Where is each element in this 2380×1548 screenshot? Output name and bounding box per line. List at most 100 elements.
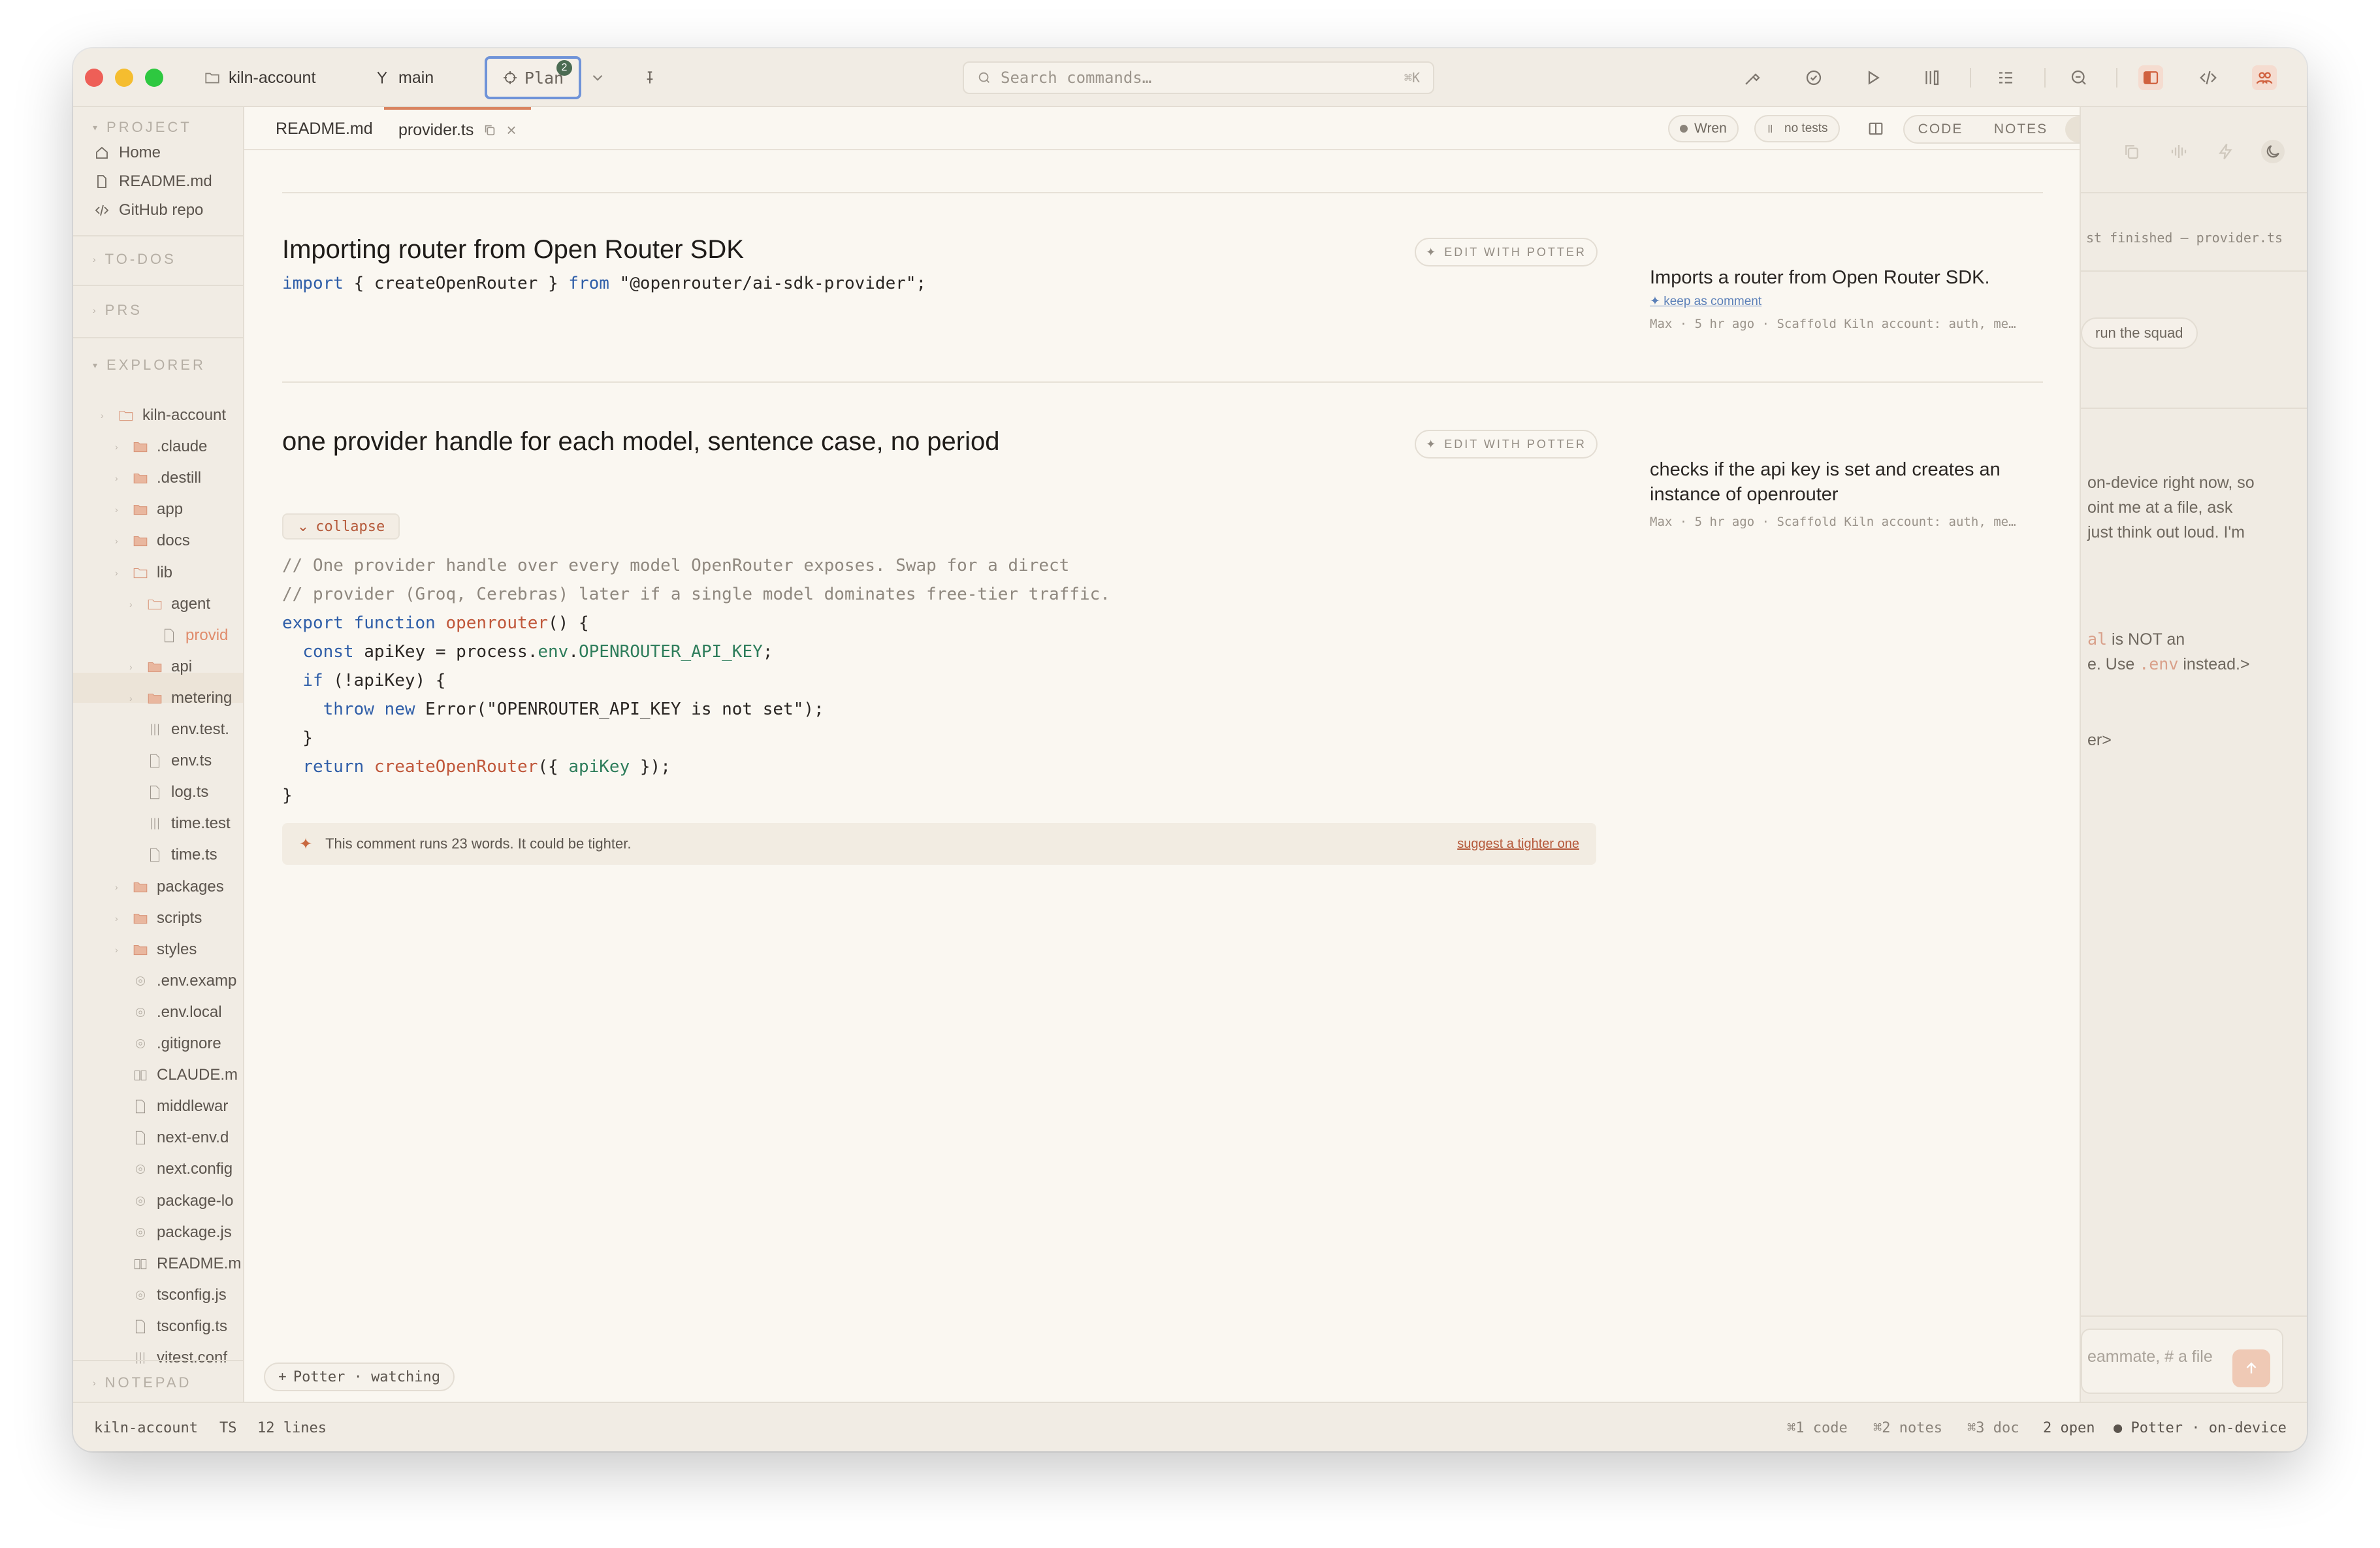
sidebar-toggle-button[interactable] bbox=[2138, 65, 2163, 90]
tests-button[interactable] bbox=[1919, 65, 1944, 90]
zoom-button[interactable] bbox=[2066, 65, 2091, 90]
status-language[interactable]: TS bbox=[219, 1403, 237, 1451]
status-open-count[interactable]: 2 open bbox=[2043, 1403, 2095, 1451]
sidebar-item-github[interactable]: GitHub repo bbox=[94, 201, 203, 219]
file-tree-item[interactable]: provid bbox=[144, 622, 228, 649]
checklist-button[interactable] bbox=[1993, 65, 2018, 90]
file-tree-item[interactable]: tsconfig.ts bbox=[115, 1314, 227, 1340]
file-tree-item[interactable]: next-env.d bbox=[115, 1125, 229, 1151]
copy-icon[interactable] bbox=[483, 123, 497, 137]
branch-switcher[interactable]: main bbox=[374, 48, 434, 107]
file-tree-item[interactable]: › kiln-account bbox=[101, 402, 226, 428]
shortcut-code[interactable]: ⌘1 code bbox=[1787, 1403, 1848, 1451]
file-tree-item[interactable]: package-lo bbox=[115, 1188, 233, 1214]
file-tree-item[interactable]: › styles bbox=[115, 937, 197, 963]
tests-pill[interactable]: no tests bbox=[1754, 115, 1840, 142]
command-search[interactable]: Search commands… ⌘K bbox=[963, 61, 1434, 94]
run-squad-button[interactable]: run the squad bbox=[2081, 317, 2198, 349]
close-window-button[interactable] bbox=[85, 69, 103, 87]
split-view-button[interactable] bbox=[1867, 116, 1885, 141]
file-tree-item[interactable]: time.test bbox=[129, 811, 231, 837]
file-tree-item[interactable]: › docs bbox=[115, 528, 190, 554]
panel-divider bbox=[2081, 270, 2307, 272]
quick-action-button[interactable] bbox=[2214, 140, 2238, 163]
assistant-input[interactable]: eammate, # a file bbox=[2081, 1329, 2283, 1394]
editor-area: README.md provider.ts × Wren no tests CO… bbox=[244, 107, 2140, 1402]
status-agent[interactable]: ● Potter · on-device bbox=[2114, 1403, 2287, 1451]
keep-as-comment-link[interactable]: ✦ keep as comment bbox=[1650, 294, 2048, 309]
project-switcher[interactable]: kiln-account bbox=[204, 48, 315, 107]
close-tab-icon[interactable]: × bbox=[506, 120, 516, 140]
file-tree-item[interactable]: › app bbox=[115, 496, 183, 523]
project-section-header[interactable]: ▾ PROJECT bbox=[93, 119, 192, 136]
file-tree-item[interactable]: .gitignore bbox=[115, 1031, 221, 1057]
chevron-icon: › bbox=[129, 692, 133, 703]
file-tree-item[interactable]: env.ts bbox=[129, 748, 212, 774]
folder-icon bbox=[133, 536, 148, 547]
file-tree-item[interactable]: CLAUDE.m bbox=[115, 1062, 238, 1088]
edit-with-potter-button[interactable]: ✦ EDIT WITH POTTER bbox=[1415, 430, 1598, 459]
explorer-section-header[interactable]: ▾ EXPLORER bbox=[93, 357, 206, 374]
todos-section-header[interactable]: › TO-DOS bbox=[93, 251, 176, 268]
chevron-icon: › bbox=[129, 598, 133, 609]
mode-code[interactable]: CODE bbox=[1905, 116, 1976, 142]
sidebar-item-home[interactable]: Home bbox=[94, 144, 161, 162]
copy-button[interactable] bbox=[2120, 140, 2144, 163]
shortcut-doc[interactable]: ⌘3 doc bbox=[1967, 1403, 2019, 1451]
maximize-window-button[interactable] bbox=[145, 69, 163, 87]
file-tree-item[interactable]: log.ts bbox=[129, 779, 208, 805]
edit-with-potter-button[interactable]: ✦ EDIT WITH POTTER bbox=[1415, 238, 1598, 266]
file-tree-item[interactable]: time.ts bbox=[129, 842, 217, 868]
theme-button[interactable] bbox=[2261, 140, 2285, 163]
minimize-window-button[interactable] bbox=[115, 69, 133, 87]
sidebar-item-readme[interactable]: README.md bbox=[94, 172, 212, 191]
voice-button[interactable] bbox=[2167, 140, 2191, 163]
author-pill[interactable]: Wren bbox=[1668, 115, 1739, 142]
notepad-section-header[interactable]: › NOTEPAD bbox=[93, 1374, 191, 1391]
potter-status-pill[interactable]: + Potter · watching bbox=[264, 1363, 455, 1391]
file-icon bbox=[164, 628, 174, 642]
code-view-button[interactable] bbox=[2196, 65, 2221, 90]
file-tree-label: kiln-account bbox=[142, 406, 227, 424]
file-tree-item[interactable]: › api bbox=[129, 654, 192, 680]
folder-icon bbox=[148, 662, 162, 672]
check-button[interactable] bbox=[1801, 65, 1826, 90]
prs-section-header[interactable]: › PRS bbox=[93, 302, 142, 319]
agent-status-line: st finished — provider.ts bbox=[2086, 230, 2283, 246]
tab-readme[interactable]: README.md bbox=[276, 107, 373, 150]
crosshair-icon bbox=[503, 71, 517, 84]
assistant-panel: st finished — provider.ts run the squad … bbox=[2080, 107, 2307, 1402]
tab-provider[interactable]: provider.ts × bbox=[384, 107, 531, 150]
file-tree-item[interactable]: › lib bbox=[115, 560, 172, 586]
file-tree-item[interactable]: README.m bbox=[115, 1251, 241, 1277]
file-tree-item[interactable]: › agent bbox=[129, 591, 210, 617]
file-tree-item[interactable]: › .claude bbox=[115, 434, 207, 460]
file-tree-item[interactable]: › scripts bbox=[115, 905, 202, 931]
build-button[interactable] bbox=[1740, 65, 1765, 90]
file-tree-item[interactable]: middlewar bbox=[115, 1093, 228, 1120]
tab-bar: README.md provider.ts × Wren no tests CO… bbox=[244, 107, 2140, 150]
team-button[interactable] bbox=[2252, 65, 2277, 90]
book-icon bbox=[134, 1071, 147, 1081]
file-tree-item[interactable]: › .destill bbox=[115, 465, 201, 491]
todos-header-label: TO-DOS bbox=[105, 251, 176, 267]
file-tree-item[interactable]: tsconfig.js bbox=[115, 1282, 227, 1308]
file-tree-item[interactable]: .env.local bbox=[115, 999, 222, 1025]
file-tree-item[interactable]: › metering bbox=[129, 685, 232, 711]
file-tree-item[interactable]: .env.examp bbox=[115, 968, 236, 994]
file-tree-item[interactable]: › packages bbox=[115, 874, 224, 900]
pin-button[interactable] bbox=[641, 48, 658, 107]
mode-notes[interactable]: NOTES bbox=[1980, 116, 2061, 142]
file-tree-item[interactable]: vitest.conf bbox=[115, 1345, 227, 1371]
shortcut-notes[interactable]: ⌘2 notes bbox=[1873, 1403, 1942, 1451]
send-button[interactable] bbox=[2232, 1349, 2270, 1387]
plan-dropdown-button[interactable] bbox=[589, 48, 606, 107]
app-window: kiln-account main Plan 2 Search commands… bbox=[73, 48, 2307, 1451]
plan-button[interactable]: Plan 2 bbox=[485, 56, 581, 99]
run-button[interactable] bbox=[1860, 65, 1885, 90]
collapse-button[interactable]: ⌄ collapse bbox=[282, 513, 400, 540]
file-tree-item[interactable]: next.config bbox=[115, 1156, 233, 1182]
suggest-tighter-link[interactable]: suggest a tighter one bbox=[1457, 837, 1579, 852]
file-tree-item[interactable]: env.test. bbox=[129, 717, 229, 743]
file-tree-item[interactable]: package.js bbox=[115, 1219, 232, 1246]
